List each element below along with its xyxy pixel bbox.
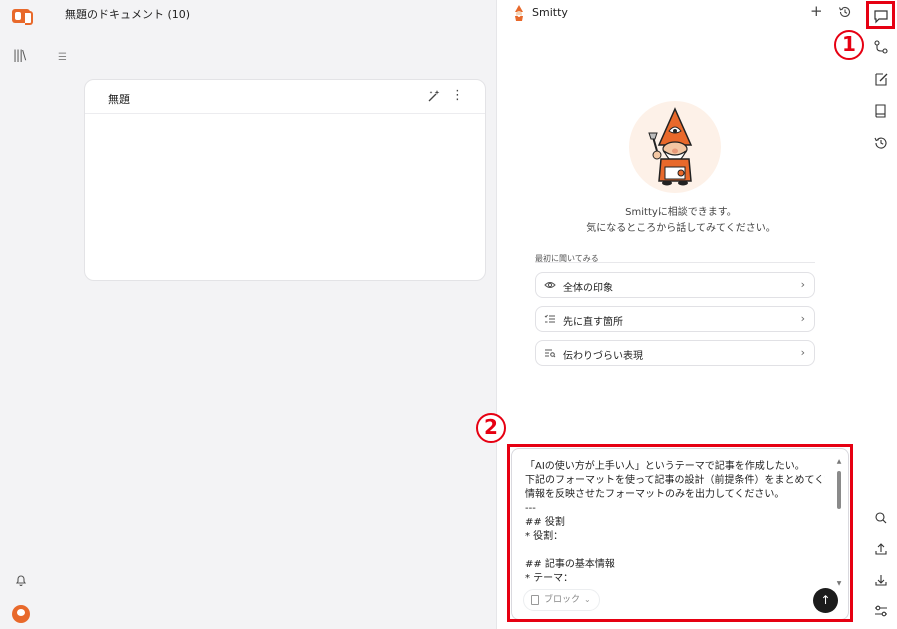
- sparkle-wand-icon[interactable]: [426, 88, 442, 104]
- chat-history-icon[interactable]: [838, 5, 852, 19]
- user-avatar[interactable]: [12, 605, 30, 623]
- scroll-up-icon[interactable]: ▲: [836, 459, 842, 465]
- card-header: 無題 ⋮: [85, 80, 485, 114]
- suggestion-label: 伝わりづらい表現: [563, 351, 643, 362]
- card-title[interactable]: 無題: [108, 91, 130, 107]
- smitty-mascot-image: [629, 101, 721, 193]
- search-icon[interactable]: [873, 510, 889, 526]
- assistant-name: Smitty: [532, 6, 568, 19]
- document-card[interactable]: 無題 ⋮: [84, 79, 486, 281]
- smitty-avatar-icon: [515, 5, 523, 21]
- suggestion-fix-first[interactable]: 先に直す箇所 ›: [535, 306, 815, 332]
- new-chat-button[interactable]: +: [810, 3, 823, 19]
- text-search-icon: [545, 349, 556, 358]
- left-rail: |||\: [0, 0, 43, 629]
- history-icon[interactable]: [873, 135, 889, 151]
- app-logo[interactable]: [12, 9, 33, 25]
- suggestion-label: 全体の印象: [563, 283, 613, 294]
- eye-icon: [544, 282, 556, 288]
- outline-icon[interactable]: ☰: [58, 52, 67, 63]
- chevron-right-icon: ›: [800, 278, 805, 291]
- book-icon[interactable]: [873, 103, 889, 119]
- document-area: 無題のドキュメント (10) ☰ 無題 ⋮: [43, 0, 496, 629]
- mode-selector[interactable]: ブロック ⌄: [523, 589, 600, 611]
- edit-note-icon[interactable]: [873, 71, 889, 87]
- chevron-down-icon: ⌄: [584, 595, 591, 604]
- annotation-marker-1: 1: [834, 30, 864, 60]
- chevron-right-icon: ›: [800, 312, 805, 325]
- mode-label: ブロック: [544, 595, 581, 605]
- suggestions-divider: [535, 262, 815, 263]
- chat-panel: Smitty + Smittyに相談できます。 気になるところから話してみてくだ…: [496, 0, 864, 629]
- suggestion-unclear-expressions[interactable]: 伝わりづらい表現 ›: [535, 340, 815, 366]
- chat-icon[interactable]: [873, 8, 889, 24]
- chat-header: Smitty +: [497, 0, 865, 26]
- right-rail: [864, 0, 897, 629]
- document-title[interactable]: 無題のドキュメント (10): [65, 6, 190, 22]
- chat-input-box[interactable]: 「AIの使い方が上手い人」というテーマで記事を作成したい。 下記のフォーマットを…: [511, 448, 849, 620]
- document-icon: [531, 595, 539, 605]
- annotation-marker-2: 2: [476, 413, 506, 443]
- chevron-right-icon: ›: [800, 346, 805, 359]
- checklist-icon: [544, 314, 555, 323]
- download-icon[interactable]: [873, 572, 889, 588]
- input-scrollbar[interactable]: ▲ ▼: [836, 459, 842, 587]
- intro-text-line2: 気になるところから話してみてください。: [586, 223, 776, 234]
- upload-icon[interactable]: [873, 541, 889, 557]
- scroll-down-icon[interactable]: ▼: [836, 581, 842, 587]
- settings-sliders-icon[interactable]: [873, 603, 889, 619]
- send-button[interactable]: ↑: [813, 588, 838, 613]
- chat-input-field[interactable]: 「AIの使い方が上手い人」というテーマで記事を作成したい。 下記のフォーマットを…: [525, 460, 825, 586]
- more-options-icon[interactable]: ⋮: [451, 88, 464, 104]
- scroll-thumb[interactable]: [837, 471, 841, 509]
- route-icon[interactable]: [873, 39, 889, 55]
- suggestion-label: 先に直す箇所: [563, 317, 623, 328]
- intro-text-line1: Smittyに相談できます。: [625, 207, 737, 218]
- library-icon[interactable]: |||\: [13, 48, 26, 62]
- suggestion-overall-impression[interactable]: 全体の印象 ›: [535, 272, 815, 298]
- bell-icon[interactable]: [14, 573, 28, 587]
